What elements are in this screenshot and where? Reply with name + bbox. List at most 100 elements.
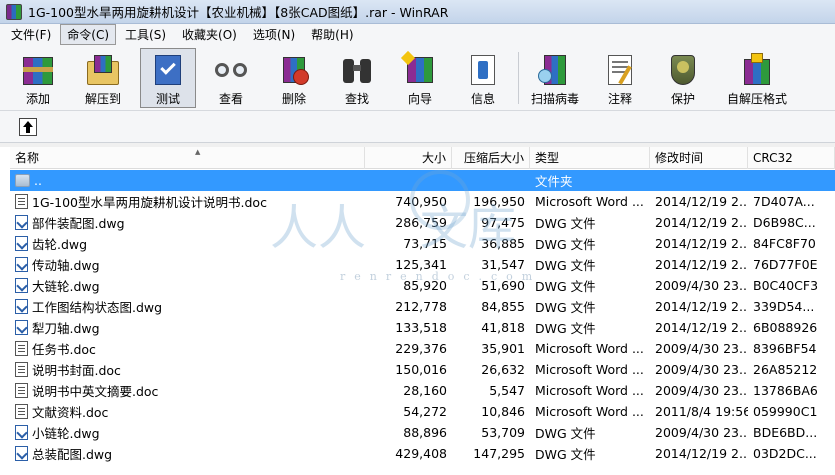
file-modified: 2009/4/30 23... — [655, 341, 748, 356]
file-name-cell: 齿轮.dwg — [10, 234, 365, 253]
toolbar-button-label: 添加 — [25, 92, 50, 106]
file-packed-size: 97,475 — [481, 215, 525, 230]
column-modified-header[interactable]: 修改时间 — [650, 147, 748, 169]
file-name-cell: 文献资料.doc — [10, 402, 365, 421]
toolbar-button[interactable]: 信息 — [455, 48, 511, 108]
toolbar-button[interactable]: 扫描病毒 — [525, 48, 585, 108]
folder-icon — [15, 174, 30, 187]
file-name: 小链轮.dwg — [32, 426, 100, 441]
menu-item[interactable]: 工具(S) — [118, 24, 173, 45]
file-list: 名称 大小 压缩后大小 类型 修改时间 CRC32 ▲ .. 文件夹 1G-100型… — [0, 147, 835, 475]
file-size: 133,518 — [395, 320, 447, 335]
navigation-row — [0, 111, 835, 143]
menu-item[interactable]: 帮助(H) — [304, 24, 360, 45]
toolbar-button[interactable]: 添加 — [10, 48, 66, 108]
file-crc: D6B98C... — [753, 215, 816, 230]
toolbar-button[interactable]: 查找 — [329, 48, 385, 108]
file-row[interactable]: 犁刀轴.dwg 133,518 41,818 DWG 文件 2014/12/19 2..… — [10, 317, 835, 338]
menu-item[interactable]: 选项(N) — [246, 24, 302, 45]
column-size-header[interactable]: 大小 — [365, 147, 452, 169]
file-name-cell: 1G-100型水旱两用旋耕机设计说明书.doc — [10, 192, 365, 211]
file-size: 28,160 — [403, 383, 447, 398]
file-type: DWG 文件 — [535, 216, 596, 231]
menu-item[interactable]: 文件(F) — [4, 24, 58, 45]
file-row[interactable]: 说明书中英文摘要.doc 28,160 5,547 Microsoft Word ..… — [10, 380, 835, 401]
word-doc-icon — [15, 362, 28, 377]
file-name-cell: 传动轴.dwg — [10, 255, 365, 274]
toolbar-button-label: 查看 — [218, 92, 243, 106]
file-packed-size: 84,855 — [481, 299, 525, 314]
toolbar-button[interactable]: 删除 — [266, 48, 322, 108]
file-modified: 2009/4/30 23... — [655, 425, 748, 440]
menu-item[interactable]: 命令(C) — [60, 24, 117, 45]
toolbar-button[interactable]: 测试 — [140, 48, 196, 108]
file-row[interactable]: 任务书.doc 229,376 35,901 Microsoft Word ... 20… — [10, 338, 835, 359]
file-type: Microsoft Word ... — [535, 383, 644, 398]
file-name: 犁刀轴.dwg — [32, 321, 100, 336]
file-row[interactable]: 说明书封面.doc 150,016 26,632 Microsoft Word ...… — [10, 359, 835, 380]
column-header: 名称 大小 压缩后大小 类型 修改时间 CRC32 ▲ — [10, 147, 835, 169]
file-packed-size: 31,547 — [481, 257, 525, 272]
file-size: 740,950 — [395, 194, 447, 209]
toolbar-button-label: 自解压格式 — [726, 92, 787, 106]
file-modified: 2014/12/19 2... — [655, 299, 748, 314]
file-row[interactable]: 总装配图.dwg 429,408 147,295 DWG 文件 2014/12/19 2… — [10, 443, 835, 464]
file-packed-size: 35,901 — [481, 341, 525, 356]
file-name: 说明书封面.doc — [32, 363, 121, 378]
file-crc: 26A85212 — [753, 362, 818, 377]
file-crc: 059990C1 — [753, 404, 818, 419]
window-title: 1G-100型水旱两用旋耕机设计【农业机械】【8张CAD图纸】.rar - Wi… — [28, 5, 449, 20]
file-modified: 2014/12/19 2... — [655, 215, 748, 230]
file-name-cell: 说明书中英文摘要.doc — [10, 381, 365, 400]
file-row[interactable]: 部件装配图.dwg 286,759 97,475 DWG 文件 2014/12/19 2… — [10, 212, 835, 233]
toolbar-button[interactable]: 查看 — [203, 48, 259, 108]
file-crc: 6B088926 — [753, 320, 818, 335]
up-folder-button[interactable] — [19, 118, 37, 136]
file-packed-size: 53,709 — [481, 425, 525, 440]
file-packed-size: 10,846 — [481, 404, 525, 419]
file-row[interactable]: 小链轮.dwg 88,896 53,709 DWG 文件 2009/4/30 23...… — [10, 422, 835, 443]
file-type: 文件夹 — [535, 174, 573, 189]
dwg-file-icon — [15, 299, 28, 314]
file-name: 1G-100型水旱两用旋耕机设计说明书.doc — [32, 195, 267, 210]
file-row[interactable]: 齿轮.dwg 73,715 36,885 DWG 文件 2014/12/19 2... 8… — [10, 233, 835, 254]
file-type: Microsoft Word ... — [535, 404, 644, 419]
file-modified: 2014/12/19 2... — [655, 194, 748, 209]
file-type: DWG 文件 — [535, 426, 596, 441]
shield-icon — [664, 51, 702, 88]
file-row[interactable]: 传动轴.dwg 125,341 31,547 DWG 文件 2014/12/19 2..… — [10, 254, 835, 275]
toolbar-button[interactable]: 自解压格式 — [718, 48, 796, 108]
column-type-header[interactable]: 类型 — [530, 147, 650, 169]
column-name-header[interactable]: 名称 — [10, 147, 365, 169]
file-name: 任务书.doc — [32, 342, 96, 357]
comment-icon — [601, 51, 639, 88]
column-packed-header[interactable]: 压缩后大小 — [452, 147, 530, 169]
file-modified: 2009/4/30 23... — [655, 383, 748, 398]
column-crc-header[interactable]: CRC32 — [748, 147, 835, 169]
toolbar-button[interactable]: 注释 — [592, 48, 648, 108]
file-row[interactable]: 大链轮.dwg 85,920 51,690 DWG 文件 2009/4/30 23...… — [10, 275, 835, 296]
file-size: 212,778 — [395, 299, 447, 314]
word-doc-icon — [15, 383, 28, 398]
file-row[interactable]: .. 文件夹 — [10, 170, 835, 191]
file-crc: B0C40CF3 — [753, 278, 819, 293]
toolbar-button-label: 保护 — [670, 92, 695, 106]
file-name: 齿轮.dwg — [32, 237, 88, 252]
dwg-file-icon — [15, 257, 28, 272]
dwg-file-icon — [15, 278, 28, 293]
file-crc: 339D54... — [753, 299, 815, 314]
file-name: 部件装配图.dwg — [32, 216, 125, 231]
file-packed-size: 41,818 — [481, 320, 525, 335]
add-books-icon — [19, 51, 57, 88]
toolbar-button[interactable]: 解压到 — [73, 48, 133, 108]
file-crc: 84FC8F70 — [753, 236, 816, 251]
file-row[interactable]: 1G-100型水旱两用旋耕机设计说明书.doc 740,950 196,950 Mic… — [10, 191, 835, 212]
file-name-cell: 任务书.doc — [10, 339, 365, 358]
file-size: 229,376 — [395, 341, 447, 356]
file-row[interactable]: 文献资料.doc 54,272 10,846 Microsoft Word ... 20… — [10, 401, 835, 422]
menu-item[interactable]: 收藏夹(O) — [175, 24, 244, 45]
file-row[interactable]: 工作图结构状态图.dwg 212,778 84,855 DWG 文件 2014/12/1… — [10, 296, 835, 317]
file-name-cell: 部件装配图.dwg — [10, 213, 365, 232]
toolbar-button[interactable]: 保护 — [655, 48, 711, 108]
toolbar-button[interactable]: 向导 — [392, 48, 448, 108]
